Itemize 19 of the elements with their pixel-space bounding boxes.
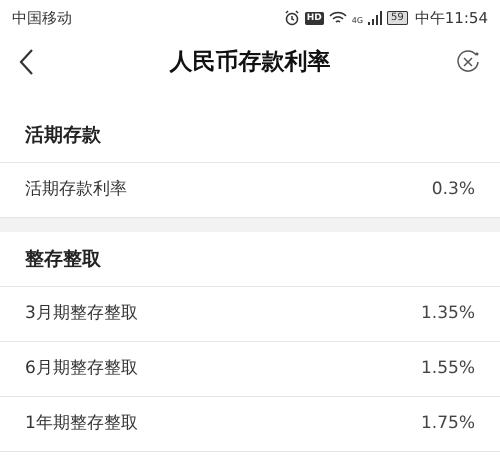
carrier-name: 中国移动	[12, 8, 72, 29]
network-label: 4G	[352, 14, 364, 27]
battery-indicator: 59	[387, 11, 408, 25]
alarm-icon	[284, 10, 300, 26]
rate-label: 6月期整存整取	[25, 357, 138, 380]
rate-label: 3月期整存整取	[25, 302, 138, 326]
rate-value: 0.3%	[432, 178, 475, 202]
wifi-icon	[328, 11, 347, 25]
hd-badge: HD	[304, 12, 324, 24]
rate-value: 1.75%	[420, 412, 475, 436]
rate-value: 1.55%	[420, 357, 475, 380]
rate-label: 1年期整存整取	[25, 412, 138, 436]
rate-value: 1.35%	[420, 302, 475, 326]
section-heading: 活期存款	[25, 122, 101, 148]
rate-label: 活期存款利率	[25, 178, 127, 202]
signal-icon	[368, 11, 382, 25]
status-time: 中午11:54	[414, 8, 488, 29]
page-title: 人民币存款利率	[170, 48, 330, 77]
section-heading: 整存整取	[25, 246, 101, 272]
